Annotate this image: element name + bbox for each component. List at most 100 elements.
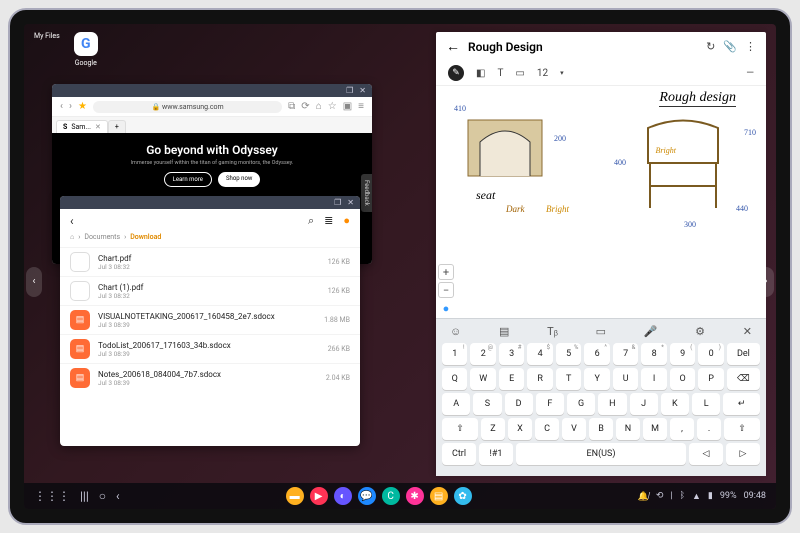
- key-4[interactable]: $4: [527, 343, 552, 365]
- key-y[interactable]: Y: [584, 368, 609, 390]
- desktop-icon-google[interactable]: G Google: [74, 32, 98, 67]
- redo-icon[interactable]: ↻: [706, 40, 715, 53]
- back-icon[interactable]: ←: [446, 38, 460, 55]
- maximize-icon[interactable]: ❐: [346, 86, 353, 95]
- shape-tool-icon[interactable]: ▭: [515, 68, 524, 79]
- reload-icon[interactable]: ⟳: [301, 101, 309, 112]
- close-icon[interactable]: ✕: [347, 198, 354, 207]
- key-7[interactable]: &7: [613, 343, 638, 365]
- clock[interactable]: 09:48: [744, 491, 766, 501]
- voice-key[interactable]: 🎤: [644, 325, 658, 338]
- view-toggle-icon[interactable]: ≣: [324, 214, 333, 228]
- key-d[interactable]: D: [505, 393, 533, 415]
- tab-close-icon[interactable]: ✕: [95, 123, 101, 131]
- key-j[interactable]: J: [630, 393, 658, 415]
- breadcrumb[interactable]: ⌂ › Documents › Download: [60, 233, 360, 247]
- forward-icon[interactable]: ›: [69, 101, 72, 112]
- key-0[interactable]: )0: [698, 343, 723, 365]
- taskbar-app[interactable]: ▤: [430, 487, 448, 505]
- zoom-value[interactable]: 12: [537, 68, 548, 79]
- notification-icon[interactable]: 🔔̸: [638, 491, 649, 502]
- edge-handle-left[interactable]: ‹: [26, 267, 42, 297]
- key-shift-right[interactable]: ⇧: [724, 418, 760, 440]
- learn-more-button[interactable]: Learn more: [164, 172, 212, 187]
- eraser-icon[interactable]: ◧: [476, 68, 485, 79]
- more-icon[interactable]: ●: [343, 214, 350, 228]
- feedback-tab[interactable]: Feedback: [361, 174, 372, 212]
- key-ctrl[interactable]: Ctrl: [442, 443, 476, 465]
- maximize-icon[interactable]: ❐: [334, 198, 341, 207]
- window-titlebar[interactable]: ❐ ✕: [60, 196, 360, 209]
- favorite-icon[interactable]: ☆: [328, 101, 337, 112]
- search-icon[interactable]: ⌕: [308, 214, 314, 228]
- taskbar-app[interactable]: ✿: [454, 487, 472, 505]
- key-backspace[interactable]: ⌫: [727, 368, 760, 390]
- key-l[interactable]: L: [692, 393, 720, 415]
- key-comma[interactable]: ,: [670, 418, 694, 440]
- key-f[interactable]: F: [536, 393, 564, 415]
- emoji-key[interactable]: ☺: [450, 325, 461, 338]
- drawing-canvas[interactable]: Rough design 410 200 seat 710 400 300 44…: [436, 86, 766, 318]
- reader-icon[interactable]: ⧉: [288, 101, 295, 112]
- key-u[interactable]: U: [613, 368, 638, 390]
- key-n[interactable]: N: [616, 418, 640, 440]
- key-e[interactable]: E: [499, 368, 524, 390]
- taskbar-app[interactable]: ▬: [286, 487, 304, 505]
- key-s[interactable]: S: [473, 393, 501, 415]
- tabs-icon[interactable]: ▣: [343, 101, 352, 112]
- shop-now-button[interactable]: Shop now: [218, 172, 260, 187]
- more-icon[interactable]: ⋮: [745, 40, 756, 53]
- key-9[interactable]: (9: [670, 343, 695, 365]
- key-8[interactable]: *8: [641, 343, 666, 365]
- close-keyboard[interactable]: ✕: [743, 325, 752, 338]
- taskbar-app[interactable]: C: [382, 487, 400, 505]
- taskbar-app[interactable]: ◐: [334, 487, 352, 505]
- pen-tool-icon[interactable]: ✎: [448, 65, 464, 81]
- clipboard-key[interactable]: ▭: [596, 325, 606, 338]
- desktop-icon-myfiles[interactable]: ▬ My Files: [34, 32, 60, 67]
- key-symbols[interactable]: !#1: [479, 443, 513, 465]
- share-icon[interactable]: —: [746, 68, 754, 79]
- text-tool-icon[interactable]: T: [497, 68, 503, 79]
- rotation-lock-icon[interactable]: ⟲: [656, 491, 664, 501]
- file-row[interactable]: Chart (1).pdfJul 3 08:32126 KB: [60, 276, 360, 305]
- note-title[interactable]: Rough Design: [468, 40, 698, 54]
- key-o[interactable]: O: [670, 368, 695, 390]
- recents-icon[interactable]: |||: [80, 489, 89, 503]
- menu-icon[interactable]: ≡: [358, 101, 364, 112]
- key-x[interactable]: X: [508, 418, 532, 440]
- key-v[interactable]: V: [562, 418, 586, 440]
- key-shift-left[interactable]: ⇧: [442, 418, 478, 440]
- attach-icon[interactable]: 📎: [723, 40, 737, 53]
- key-3[interactable]: #3: [499, 343, 524, 365]
- key-z[interactable]: Z: [481, 418, 505, 440]
- taskbar-app[interactable]: ▶: [310, 487, 328, 505]
- key-r[interactable]: R: [527, 368, 552, 390]
- key-del[interactable]: Del: [727, 343, 760, 365]
- file-row[interactable]: ▤VISUALNOTETAKING_200617_160458_2e7.sdoc…: [60, 305, 360, 334]
- key-space[interactable]: EN(US): [516, 443, 686, 465]
- key-right[interactable]: ▷: [726, 443, 760, 465]
- key-left[interactable]: ◁: [689, 443, 723, 465]
- home-icon[interactable]: ⌂: [316, 101, 322, 112]
- key-period[interactable]: .: [697, 418, 721, 440]
- color-drop-icon[interactable]: ●: [438, 300, 454, 316]
- key-t[interactable]: T: [556, 368, 581, 390]
- key-q[interactable]: Q: [442, 368, 467, 390]
- bluetooth-icon[interactable]: ᛒ: [680, 491, 685, 501]
- key-enter[interactable]: ↵: [723, 393, 760, 415]
- key-p[interactable]: P: [698, 368, 723, 390]
- address-bar[interactable]: 🔒 www.samsung.com: [93, 101, 282, 113]
- key-h[interactable]: H: [598, 393, 626, 415]
- zoom-out-button[interactable]: −: [438, 282, 454, 298]
- wifi-icon[interactable]: ▲: [692, 491, 701, 502]
- back-nav-icon[interactable]: ‹: [116, 489, 120, 503]
- key-1[interactable]: !1: [442, 343, 467, 365]
- window-titlebar[interactable]: ❐ ✕: [52, 84, 372, 97]
- settings-key[interactable]: ⚙: [695, 325, 705, 338]
- key-g[interactable]: G: [567, 393, 595, 415]
- key-m[interactable]: M: [643, 418, 667, 440]
- close-icon[interactable]: ✕: [359, 86, 366, 95]
- key-i[interactable]: I: [641, 368, 666, 390]
- key-a[interactable]: A: [442, 393, 470, 415]
